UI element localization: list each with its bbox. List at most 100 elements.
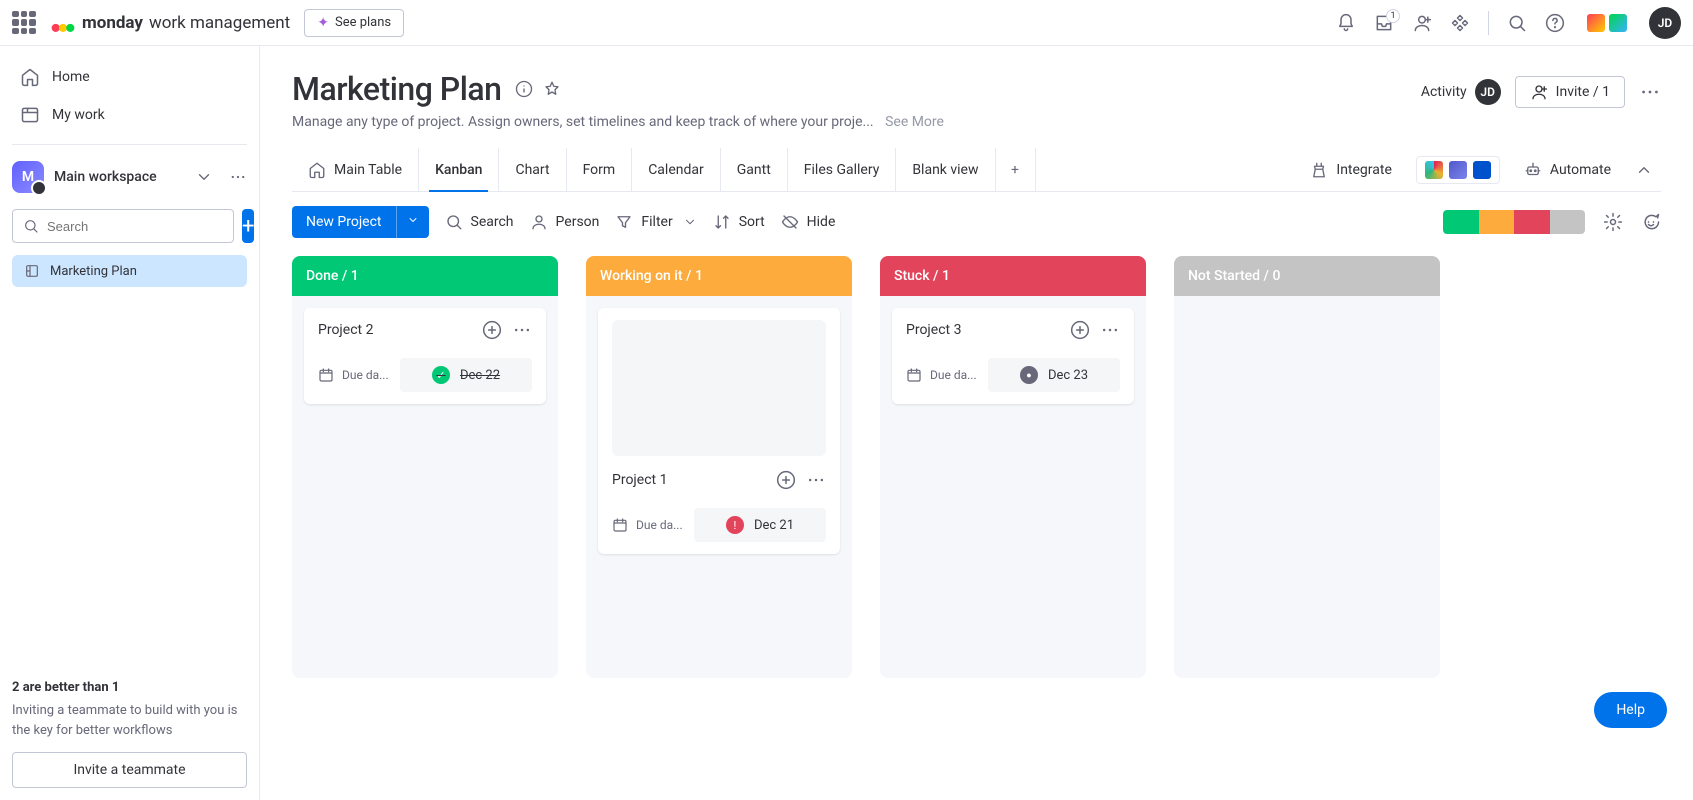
info-icon[interactable] — [515, 80, 533, 98]
due-date-pill[interactable]: ! Dec 21 — [694, 508, 826, 542]
integration-apps[interactable] — [1416, 156, 1500, 184]
new-project-button[interactable]: New Project — [292, 206, 429, 238]
card-options-icon[interactable] — [1100, 320, 1120, 340]
hide-icon — [781, 213, 799, 231]
invite-person-icon — [1530, 83, 1548, 101]
column-header[interactable]: Done / 1 — [292, 256, 558, 296]
due-date-pill[interactable]: ● Dec 23 — [988, 358, 1120, 392]
apps-marketplace-icon[interactable] — [1450, 13, 1470, 33]
brand-subtitle: work management — [149, 13, 290, 33]
tab-gantt[interactable]: Gantt — [721, 148, 788, 191]
due-date-pill[interactable]: ✓ Dec 22 — [400, 358, 532, 392]
see-plans-button[interactable]: ✦ See plans — [304, 9, 404, 37]
apps-menu-icon[interactable] — [12, 11, 36, 35]
inbox-badge: 1 — [1386, 9, 1400, 23]
tab-label: Main Table — [334, 162, 402, 178]
column-header[interactable]: Not Started / 0 — [1174, 256, 1440, 296]
tab-label: Files Gallery — [804, 162, 880, 178]
kanban-card[interactable]: Project 1 Due da... ! Dec 21 — [598, 308, 840, 554]
add-update-icon[interactable] — [1070, 320, 1090, 340]
search-icon — [445, 213, 463, 231]
invite-button[interactable]: Invite / 1 — [1515, 76, 1625, 108]
tab-form[interactable]: Form — [567, 148, 633, 191]
column-header[interactable]: Working on it / 1 — [586, 256, 852, 296]
toolbar-person-button[interactable]: Person — [530, 213, 600, 231]
card-options-icon[interactable] — [512, 320, 532, 340]
board-title[interactable]: Marketing Plan — [292, 70, 501, 108]
help-icon[interactable] — [1545, 13, 1565, 33]
promo-title: 2 are better than 1 — [12, 678, 247, 698]
toolbar-hide-button[interactable]: Hide — [781, 213, 836, 231]
collapse-header-icon[interactable] — [1635, 161, 1653, 179]
search-icon[interactable] — [1507, 13, 1527, 33]
toolbar-sort-label: Sort — [739, 214, 765, 230]
invite-members-icon[interactable] — [1412, 13, 1432, 33]
activity-avatar: JD — [1475, 79, 1501, 105]
toolbar-hide-label: Hide — [807, 214, 836, 230]
toolbar-sort-button[interactable]: Sort — [713, 213, 765, 231]
overdue-status-icon: ! — [726, 516, 744, 534]
sidebar-item-home[interactable]: Home — [8, 58, 251, 96]
integrate-label: Integrate — [1336, 162, 1392, 178]
integration-shortcuts[interactable] — [1583, 10, 1631, 36]
tab-main-table[interactable]: Main Table — [292, 148, 419, 191]
kanban-column-not-started: Not Started / 0 — [1174, 256, 1440, 678]
sidebar-board-marketing-plan[interactable]: Marketing Plan — [12, 255, 247, 287]
help-button[interactable]: Help — [1594, 692, 1667, 728]
sidebar-search-input[interactable] — [47, 219, 223, 234]
tab-blank-view[interactable]: Blank view — [896, 148, 995, 191]
home-icon — [20, 67, 40, 87]
status-distribution-pill[interactable] — [1443, 210, 1585, 234]
user-avatar[interactable]: JD — [1649, 7, 1681, 39]
sidebar: Home My work M Main workspace + Marketin… — [0, 46, 260, 800]
column-title: Working on it / 1 — [600, 268, 703, 284]
invite-teammate-button[interactable]: Invite a teammate — [12, 752, 247, 788]
feedback-icon[interactable] — [1641, 212, 1661, 232]
tab-chart[interactable]: Chart — [499, 148, 566, 191]
topbar: monday work management ✦ See plans 1 — [0, 0, 1693, 46]
tab-files-gallery[interactable]: Files Gallery — [788, 148, 897, 191]
workspace-selector[interactable]: M Main workspace — [8, 155, 251, 199]
due-date-label: Due da... — [636, 518, 686, 532]
board-header: Marketing Plan Activity JD Invite / 1 — [292, 70, 1661, 108]
new-project-dropdown[interactable] — [396, 206, 429, 238]
board-options-icon[interactable] — [1639, 81, 1661, 103]
automate-button[interactable]: Automate — [1524, 161, 1611, 179]
sidebar-search[interactable] — [12, 209, 234, 243]
monday-logo-icon — [50, 10, 76, 36]
sidebar-item-mywork[interactable]: My work — [8, 96, 251, 134]
activity-button[interactable]: Activity JD — [1421, 79, 1501, 105]
kanban-card[interactable]: Project 3 Due da... ● Dec 23 — [892, 308, 1134, 404]
column-header[interactable]: Stuck / 1 — [880, 256, 1146, 296]
toolbar-filter-button[interactable]: Filter — [615, 213, 696, 231]
card-options-icon[interactable] — [806, 470, 826, 490]
add-update-icon[interactable] — [482, 320, 502, 340]
notifications-icon[interactable] — [1336, 13, 1356, 33]
kanban-board: Done / 1 Project 2 Due da... ✓ — [292, 256, 1661, 800]
topbar-divider — [1488, 11, 1489, 35]
inbox-icon[interactable]: 1 — [1374, 13, 1394, 33]
kanban-column-done: Done / 1 Project 2 Due da... ✓ — [292, 256, 558, 678]
settings-icon[interactable] — [1603, 212, 1623, 232]
automate-label: Automate — [1550, 162, 1611, 178]
add-board-button[interactable]: + — [242, 209, 254, 243]
sidebar-home-label: Home — [52, 69, 90, 85]
workspace-name: Main workspace — [54, 169, 185, 185]
home-icon — [308, 161, 326, 179]
kanban-card[interactable]: Project 2 Due da... ✓ Dec 22 — [304, 308, 546, 404]
workspace-options-icon[interactable] — [229, 168, 247, 186]
add-update-icon[interactable] — [776, 470, 796, 490]
see-more-link[interactable]: See More — [885, 114, 944, 130]
favorite-star-icon[interactable] — [543, 80, 561, 98]
tab-kanban[interactable]: Kanban — [419, 148, 499, 191]
tab-calendar[interactable]: Calendar — [632, 148, 721, 191]
chevron-down-icon[interactable] — [195, 168, 213, 186]
toolbar-search-button[interactable]: Search — [445, 213, 514, 231]
add-view-button[interactable]: + — [996, 148, 1036, 191]
calendar-icon — [906, 367, 922, 383]
main-content: Marketing Plan Activity JD Invite / 1 Ma… — [260, 46, 1693, 800]
integrate-button[interactable]: Integrate — [1310, 161, 1392, 179]
mywork-icon — [20, 105, 40, 125]
invite-label: Invite / 1 — [1556, 84, 1610, 100]
card-image-placeholder — [612, 320, 826, 456]
